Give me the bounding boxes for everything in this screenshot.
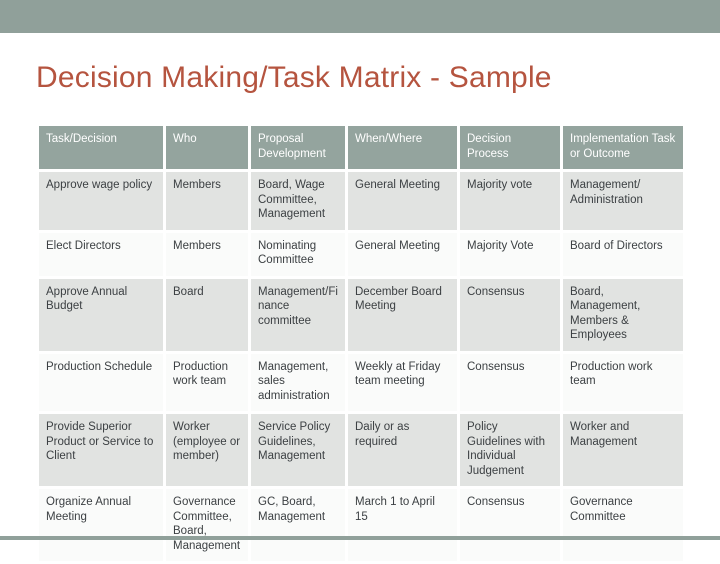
cell-when: December Board Meeting [348, 278, 457, 351]
cell-when: General Meeting [348, 232, 457, 276]
cell-proposal: Management/Fi nance committee [251, 278, 345, 351]
cell-process: Majority Vote [460, 232, 560, 276]
cell-proposal: Nominating Committee [251, 232, 345, 276]
cell-proposal: Management, sales administration [251, 353, 345, 411]
cell-implementation: Board, Management, Members & Employees [563, 278, 683, 351]
cell-when: March 1 to April 15 [348, 489, 457, 561]
cell-task: Approve wage policy [39, 172, 163, 230]
cell-implementation: Worker and Management [563, 414, 683, 486]
cell-proposal: Board, Wage Committee, Management [251, 172, 345, 230]
slide-canvas: Decision Making/Task Matrix - Sample Tas… [0, 0, 720, 561]
cell-who: Board [166, 278, 248, 351]
column-header-who: Who [166, 126, 248, 169]
cell-task: Approve Annual Budget [39, 278, 163, 351]
column-header-decision-process: Decision Process [460, 126, 560, 169]
cell-when: General Meeting [348, 172, 457, 230]
column-header-task-decision: Task/Decision [39, 126, 163, 169]
bottom-decorative-band [0, 536, 720, 540]
cell-when: Daily or as required [348, 414, 457, 486]
cell-task: Provide Superior Product or Service to C… [39, 414, 163, 486]
column-header-when-where: When/Where [348, 126, 457, 169]
cell-who: Production work team [166, 353, 248, 411]
cell-who: Worker (employee or member) [166, 414, 248, 486]
cell-who: Members [166, 232, 248, 276]
cell-implementation: Management/ Administration [563, 172, 683, 230]
cell-implementation: Board of Directors [563, 232, 683, 276]
cell-process: Consensus [460, 489, 560, 561]
table-row: Approve wage policy Members Board, Wage … [39, 172, 683, 230]
table-row: Organize Annual Meeting Governance Commi… [39, 489, 683, 561]
cell-proposal: Service Policy Guidelines, Management [251, 414, 345, 486]
table-row: Elect Directors Members Nominating Commi… [39, 232, 683, 276]
cell-who: Members [166, 172, 248, 230]
table-row: Production Schedule Production work team… [39, 353, 683, 411]
table-body: Approve wage policy Members Board, Wage … [39, 172, 683, 561]
cell-when: Weekly at Friday team meeting [348, 353, 457, 411]
table-row: Provide Superior Product or Service to C… [39, 414, 683, 486]
table-row: Approve Annual Budget Board Management/F… [39, 278, 683, 351]
cell-task: Elect Directors [39, 232, 163, 276]
cell-who: Governance Committee, Board, Management [166, 489, 248, 561]
cell-proposal: GC, Board, Management [251, 489, 345, 561]
cell-process: Majority vote [460, 172, 560, 230]
cell-process: Consensus [460, 353, 560, 411]
cell-implementation: Production work team [563, 353, 683, 411]
column-header-proposal-development: Proposal Development [251, 126, 345, 169]
table-header: Task/Decision Who Proposal Development W… [39, 126, 683, 169]
page-title: Decision Making/Task Matrix - Sample [36, 61, 552, 94]
cell-implementation: Governance Committee [563, 489, 683, 561]
cell-task: Production Schedule [39, 353, 163, 411]
decision-matrix-table: Task/Decision Who Proposal Development W… [36, 123, 686, 564]
table-header-row: Task/Decision Who Proposal Development W… [39, 126, 683, 169]
column-header-implementation-task-or-outcome: Implementation Task or Outcome [563, 126, 683, 169]
top-decorative-band [0, 0, 720, 33]
cell-task: Organize Annual Meeting [39, 489, 163, 561]
cell-process: Policy Guidelines with Individual Judgem… [460, 414, 560, 486]
cell-process: Consensus [460, 278, 560, 351]
